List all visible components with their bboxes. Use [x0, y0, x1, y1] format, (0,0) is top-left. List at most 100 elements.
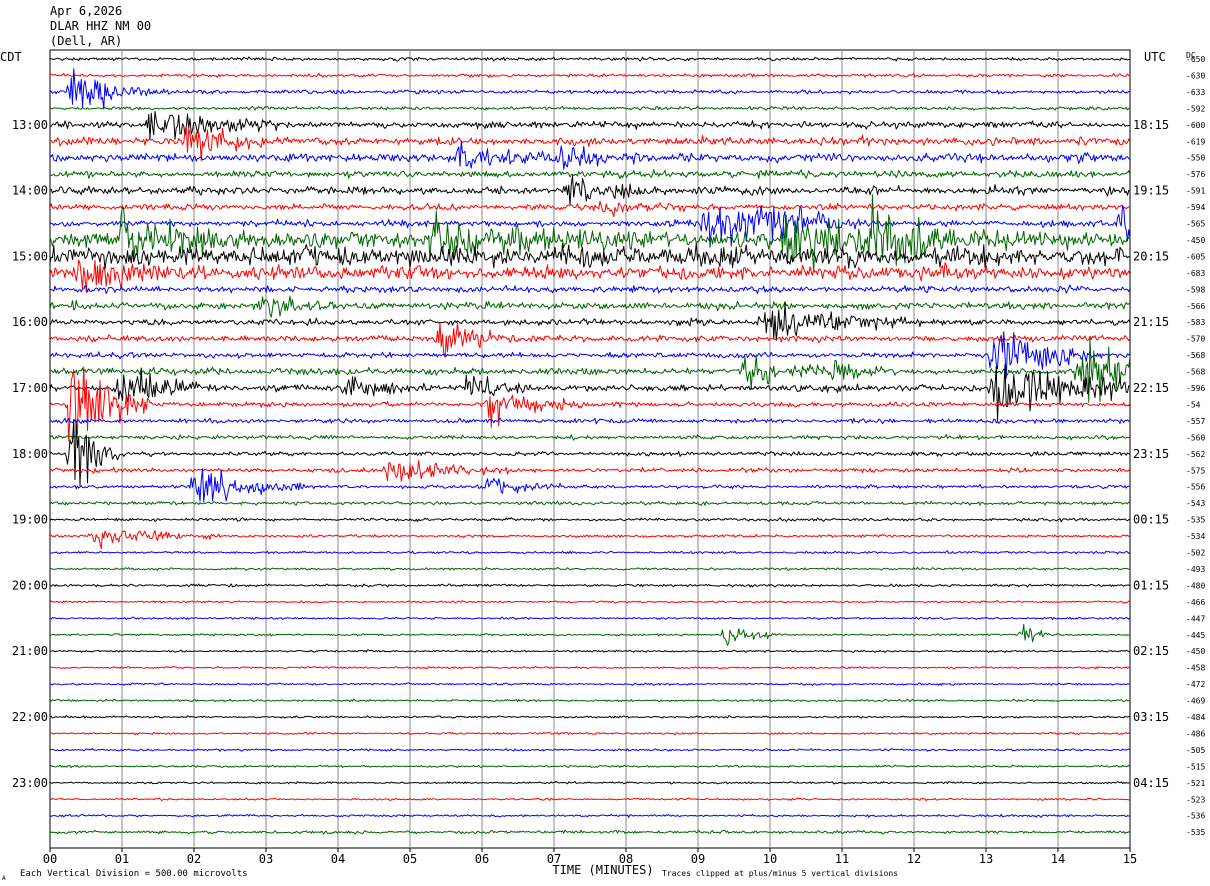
- x-tick-label: 13: [979, 852, 993, 866]
- plot-frame: [49, 49, 1131, 849]
- seismic-trace-48: [49, 829, 1131, 835]
- cdt-hour-label: 20:00: [12, 578, 48, 592]
- dc-offset-value: -469: [1186, 697, 1205, 706]
- dc-offset-value: -521: [1186, 779, 1205, 788]
- dc-offset-value: -570: [1186, 335, 1205, 344]
- seismic-trace-28: [49, 500, 1131, 506]
- seismic-trace-9: [49, 175, 1131, 206]
- dc-offset-value: -458: [1186, 664, 1205, 673]
- dc-offset-value: -596: [1186, 384, 1205, 393]
- dc-offset-value: -466: [1186, 598, 1205, 607]
- x-tick-label: 06: [475, 852, 489, 866]
- seismic-trace-20: [49, 337, 1131, 403]
- seismic-trace-23: [49, 417, 1131, 425]
- utc-hour-label: 00:15: [1133, 513, 1169, 527]
- seismic-trace-24: [49, 434, 1131, 441]
- dc-offset-value: -493: [1186, 565, 1205, 574]
- seismic-trace-30: [49, 530, 1131, 550]
- cdt-hour-label: 19:00: [12, 513, 48, 527]
- dc-offset-value: -630: [1186, 71, 1205, 80]
- dc-offset-value: -543: [1186, 499, 1205, 508]
- seismic-trace-31: [49, 550, 1131, 555]
- dc-offset-value: -535: [1186, 828, 1205, 837]
- dc-offset-value: -591: [1186, 187, 1205, 196]
- cdt-hour-label: 14:00: [12, 184, 48, 198]
- helicorder-plot: CDT UTC DC13:0014:0015:0016:0017:0018:0019…: [0, 49, 1205, 882]
- dc-offset-value: -523: [1186, 795, 1205, 804]
- cdt-hour-label: 13:00: [12, 118, 48, 132]
- utc-hour-label: 23:15: [1133, 447, 1169, 461]
- seismic-trace-26: [49, 459, 1131, 482]
- seismic-trace-45: [49, 780, 1131, 785]
- seismic-trace-32: [49, 566, 1131, 571]
- dc-offset-value: -592: [1186, 104, 1205, 113]
- seismic-trace-46: [49, 797, 1131, 802]
- dc-offset-value: -535: [1186, 516, 1205, 525]
- seismic-trace-10: [49, 200, 1131, 218]
- utc-hour-label: 21:15: [1133, 315, 1169, 329]
- utc-hour-label: 04:15: [1133, 776, 1169, 790]
- x-tick-label: 01: [115, 852, 129, 866]
- dc-offset-value: -598: [1186, 285, 1205, 294]
- dc-offset-value: -534: [1186, 532, 1205, 541]
- x-tick-label: 04: [331, 852, 345, 866]
- dc-offset-value: -565: [1186, 220, 1205, 229]
- cdt-hour-label: 22:00: [12, 710, 48, 724]
- seismic-trace-36: [49, 623, 1131, 646]
- dc-offset-value: -502: [1186, 549, 1205, 558]
- seismic-trace-37: [49, 649, 1131, 653]
- seismic-trace-44: [49, 764, 1131, 769]
- dc-offset-value: -562: [1186, 450, 1205, 459]
- dc-offset-value: -450: [1186, 647, 1205, 656]
- scale-note: Each Vertical Division = 500.00 microvol…: [20, 869, 248, 879]
- dc-offset-value: -556: [1186, 483, 1205, 492]
- cdt-hour-label: 23:00: [12, 776, 48, 790]
- seismic-trace-1: [49, 56, 1130, 62]
- utc-hour-label: 19:15: [1133, 184, 1169, 198]
- dc-offset-value: -600: [1186, 121, 1205, 130]
- seismic-trace-34: [49, 599, 1131, 604]
- seismic-trace-8: [49, 169, 1131, 180]
- cdt-axis-label: CDT: [0, 50, 22, 64]
- x-tick-label: 09: [691, 852, 705, 866]
- utc-hour-label: 03:15: [1133, 710, 1169, 724]
- x-tick-label: 10: [763, 852, 777, 866]
- seismic-trace-39: [49, 682, 1131, 686]
- dc-offset-value: -445: [1186, 631, 1205, 640]
- seismic-trace-35: [49, 616, 1131, 621]
- dc-offset-value: -633: [1186, 88, 1205, 97]
- clip-note: Traces clipped at plus/minus 5 vertical …: [662, 869, 898, 878]
- seismic-trace-13: [49, 242, 1131, 270]
- cdt-hour-label: 21:00: [12, 644, 48, 658]
- dc-offset-value: -505: [1186, 746, 1205, 755]
- seismic-trace-47: [49, 813, 1131, 818]
- seismic-trace-33: [49, 583, 1131, 588]
- seismic-trace-4: [49, 105, 1131, 111]
- seismic-trace-43: [49, 748, 1131, 752]
- seismic-trace-42: [49, 731, 1131, 736]
- dc-offset-value: -619: [1186, 137, 1205, 146]
- seismic-trace-22: [49, 366, 1131, 442]
- utc-hour-label: 01:15: [1133, 578, 1169, 592]
- seismic-trace-27: [49, 468, 1131, 503]
- utc-hour-label: 18:15: [1133, 118, 1169, 132]
- dc-offset-value: -576: [1186, 170, 1205, 179]
- x-tick-label: 15: [1123, 852, 1137, 866]
- dc-offset-value: -480: [1186, 581, 1205, 590]
- x-tick-label: 11: [835, 852, 849, 866]
- cdt-hour-label: 16:00: [12, 315, 48, 329]
- dc-offset-value: -54: [1186, 400, 1201, 409]
- dc-offset-value: -683: [1186, 269, 1205, 278]
- cdt-hour-label: 15:00: [12, 249, 48, 263]
- dc-offset-value: -450: [1186, 236, 1205, 245]
- seismic-trace-16: [49, 295, 1131, 318]
- seismic-trace-40: [49, 698, 1131, 703]
- dc-offset-value: -650: [1186, 55, 1205, 64]
- seismic-trace-29: [49, 517, 1131, 523]
- x-axis-title: TIME (MINUTES): [552, 863, 653, 877]
- dc-offset-value: -472: [1186, 680, 1205, 689]
- cdt-hour-label: 18:00: [12, 447, 48, 461]
- dc-offset-value: -594: [1186, 203, 1205, 212]
- dc-offset-value: -557: [1186, 417, 1205, 426]
- dc-offset-value: -566: [1186, 302, 1205, 311]
